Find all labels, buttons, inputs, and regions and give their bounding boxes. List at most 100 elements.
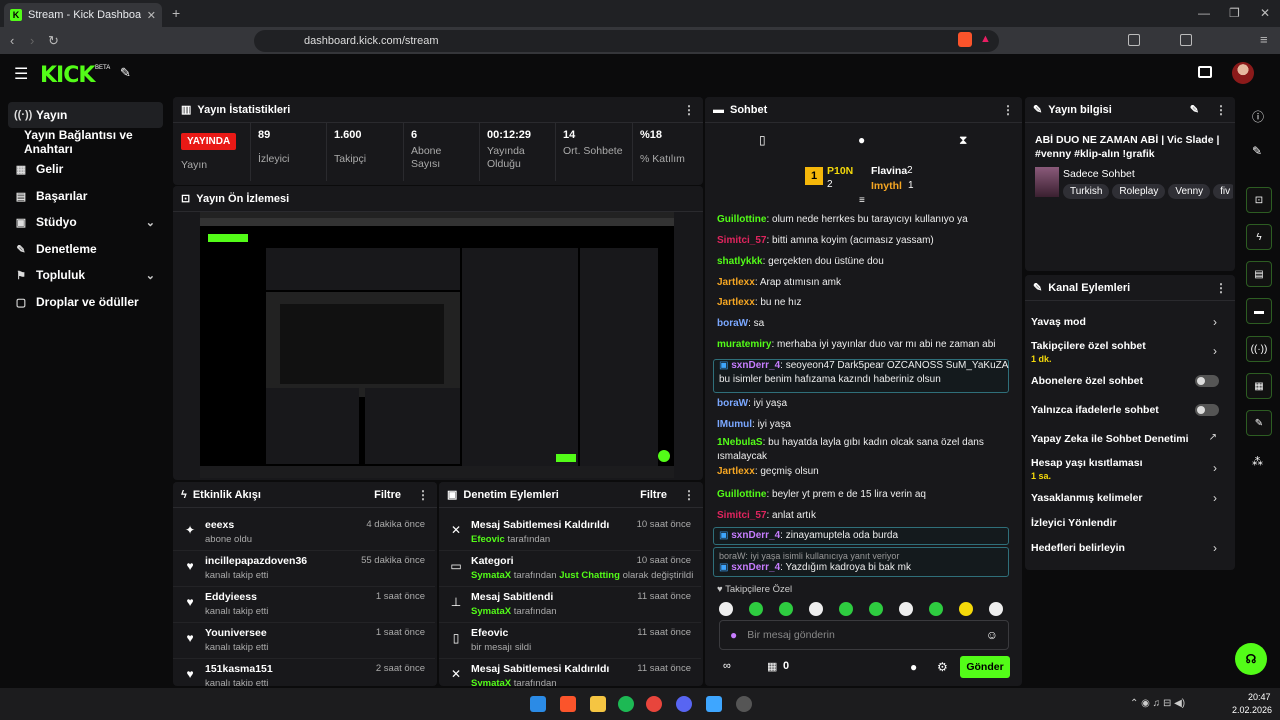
- emote-icon[interactable]: [839, 602, 853, 616]
- hamburger-menu-icon[interactable]: ☰: [14, 64, 28, 84]
- emote-icon[interactable]: [809, 602, 823, 616]
- emote-icon[interactable]: [779, 602, 793, 616]
- chat-message[interactable]: IMumul: iyi yaşa: [717, 418, 1007, 432]
- subscribers-only-toggle[interactable]: [1195, 375, 1219, 387]
- sidebar-item-yayin[interactable]: ((·)) Yayın: [8, 102, 163, 128]
- emote-icon[interactable]: [929, 602, 943, 616]
- chat-message[interactable]: 1NebulaS: bu hayatda layla gıbı kadın ol…: [717, 436, 1007, 464]
- emote-icon[interactable]: [959, 602, 973, 616]
- chat-message[interactable]: Simitci_57: anlat artık: [717, 509, 1007, 523]
- sidebar-toggle-icon[interactable]: [1180, 34, 1192, 46]
- action-banned-words[interactable]: Yasaklanmış kelimeler: [1031, 492, 1227, 504]
- reload-icon[interactable]: ↻: [48, 33, 59, 49]
- close-window-icon[interactable]: ✕: [1260, 6, 1270, 20]
- spotify-icon[interactable]: [618, 696, 634, 712]
- quick-action-wrench-icon[interactable]: ✎: [1246, 410, 1272, 436]
- emote-icon[interactable]: [899, 602, 913, 616]
- kick-logo[interactable]: KICK: [40, 63, 95, 88]
- chat-message[interactable]: Guillottine: olum nede herrkes bu tarayı…: [717, 213, 1007, 227]
- browser-tab[interactable]: K Stream - Kick Dashboard ✕: [4, 3, 162, 27]
- quick-action-lightning-icon[interactable]: ϟ: [1246, 224, 1272, 250]
- kebab-menu-icon[interactable]: ⋮: [683, 103, 695, 117]
- sidebar-item-gelir[interactable]: ▦ Gelir: [8, 156, 163, 182]
- brave-icon[interactable]: [560, 696, 576, 712]
- emoji-icon[interactable]: ☺: [986, 628, 998, 642]
- discord-icon[interactable]: [676, 696, 692, 712]
- app-icon[interactable]: [706, 696, 722, 712]
- emote-icon[interactable]: [749, 602, 763, 616]
- sidebar-item-studyo[interactable]: ▣ Stüdyo ⌄: [8, 209, 163, 235]
- tag[interactable]: Venny: [1168, 184, 1211, 199]
- quick-action-store-icon[interactable]: ▦: [1246, 373, 1272, 399]
- tray-icons[interactable]: ⌃ ◉ ♫ ⊟ ◀): [1130, 698, 1185, 709]
- chat-bubble-icon[interactable]: ●: [858, 133, 865, 147]
- minimize-icon[interactable]: —: [1198, 6, 1210, 20]
- expand-icon[interactable]: ≡: [859, 195, 865, 206]
- kebab-menu-icon[interactable]: ⋮: [417, 488, 429, 502]
- brave-shield-icon[interactable]: [958, 32, 972, 47]
- send-button[interactable]: Gönder: [960, 656, 1010, 678]
- studio-icon[interactable]: [1198, 66, 1212, 78]
- chat-message[interactable]: Simitci_57: bitti amına koyim (acımasız …: [717, 234, 1007, 248]
- kebab-menu-icon[interactable]: ⋮: [1215, 103, 1227, 117]
- chat-message[interactable]: Jartlexx: geçmiş olsun: [717, 465, 1007, 479]
- tag[interactable]: Turkish: [1063, 184, 1110, 199]
- emote-icon[interactable]: [719, 602, 733, 616]
- chat-message[interactable]: ▣ sxnDerr_4: Yazdığım kadroya bi bak mk: [719, 561, 1009, 575]
- quick-action-clip-icon[interactable]: ⊡: [1246, 187, 1272, 213]
- chat-message[interactable]: boraW: iyi yaşa: [717, 397, 1007, 411]
- store-icon[interactable]: ▦: [767, 660, 777, 673]
- chat-settings-bubble-icon[interactable]: ●: [910, 660, 917, 674]
- obs-icon[interactable]: [736, 696, 752, 712]
- back-icon[interactable]: ‹: [10, 33, 14, 48]
- sidebar-item-basarilar[interactable]: ▤ Başarılar: [8, 183, 163, 209]
- chat-message[interactable]: Jartlexx: bu ne hız: [717, 296, 1007, 310]
- sidebar-item-topluluk[interactable]: ⚑ Topluluk ⌄: [8, 262, 163, 288]
- action-raid[interactable]: İzleyici Yönlendir: [1031, 517, 1227, 529]
- maximize-icon[interactable]: ❐: [1229, 6, 1240, 20]
- filter-button[interactable]: Filtre: [374, 489, 401, 501]
- kebab-menu-icon[interactable]: ⋮: [683, 488, 695, 502]
- file-explorer-icon[interactable]: [590, 696, 606, 712]
- chat-message[interactable]: shatlykkk: gerçekten dou üstüne dou: [717, 255, 1007, 269]
- pin-icon[interactable]: ✎: [120, 65, 131, 81]
- filter-button[interactable]: Filtre: [640, 489, 667, 501]
- edit-icon[interactable]: ✎: [1190, 103, 1199, 116]
- community-infinity-icon[interactable]: ∞: [723, 660, 731, 672]
- tag[interactable]: Roleplay: [1112, 184, 1166, 199]
- quick-action-notes-icon[interactable]: ▤: [1246, 261, 1272, 287]
- chat-message[interactable]: boraW: sa: [717, 317, 1007, 331]
- quick-action-chat-icon[interactable]: ▬: [1246, 298, 1272, 324]
- action-account-age[interactable]: Hesap yaşı kısıtlaması 1 sa.: [1031, 457, 1227, 481]
- trash-icon[interactable]: ▯: [759, 133, 766, 147]
- new-tab-icon[interactable]: +: [172, 5, 180, 21]
- sidebar-item-denetleme[interactable]: ✎ Denetleme: [8, 236, 163, 262]
- edit-icon[interactable]: ✎: [1252, 144, 1262, 158]
- chat-message[interactable]: ▣ sxnDerr_4: seoyeon47 Dark5pear OZCANOS…: [719, 359, 1009, 387]
- browser-menu-icon[interactable]: ≡: [1260, 32, 1268, 47]
- stream-preview-video[interactable]: [200, 212, 674, 478]
- chat-message[interactable]: Jartlexx: Arap atımısın amk: [717, 276, 1007, 290]
- emote-icon[interactable]: [989, 602, 1003, 616]
- emote-only-toggle[interactable]: [1195, 404, 1219, 416]
- action-goals[interactable]: Hedefleri belirleyin: [1031, 542, 1227, 554]
- gear-icon[interactable]: ⚙: [937, 660, 948, 674]
- forward-icon[interactable]: ›: [30, 33, 34, 48]
- chrome-icon[interactable]: [646, 696, 662, 712]
- chat-message[interactable]: Guillottine: beyler yt prem e de 15 lira…: [717, 488, 1007, 502]
- chat-input[interactable]: ● Bir mesaj gönderin ☺: [719, 620, 1009, 650]
- tab-close-icon[interactable]: ✕: [147, 9, 156, 22]
- action-slow-mode[interactable]: Yavaş mod: [1031, 316, 1227, 328]
- quick-action-broadcast-icon[interactable]: ((·)): [1246, 336, 1272, 362]
- kebab-menu-icon[interactable]: ⋮: [1002, 103, 1014, 117]
- brave-rewards-icon[interactable]: ▲: [980, 33, 991, 45]
- chat-message[interactable]: ▣ sxnDerr_4: zinayamuptela oda burda: [719, 529, 1009, 543]
- start-menu-icon[interactable]: [530, 696, 546, 712]
- mic-icon[interactable]: ●: [730, 628, 737, 642]
- info-icon[interactable]: ⓘ: [1252, 108, 1264, 125]
- kebab-menu-icon[interactable]: ⋮: [1215, 281, 1227, 295]
- tag[interactable]: fiv: [1213, 184, 1233, 199]
- extensions-icon[interactable]: [1128, 34, 1140, 46]
- action-followers-only[interactable]: Takipçilere özel sohbet 1 dk.: [1031, 340, 1227, 364]
- community-icon[interactable]: ⁂: [1252, 455, 1263, 468]
